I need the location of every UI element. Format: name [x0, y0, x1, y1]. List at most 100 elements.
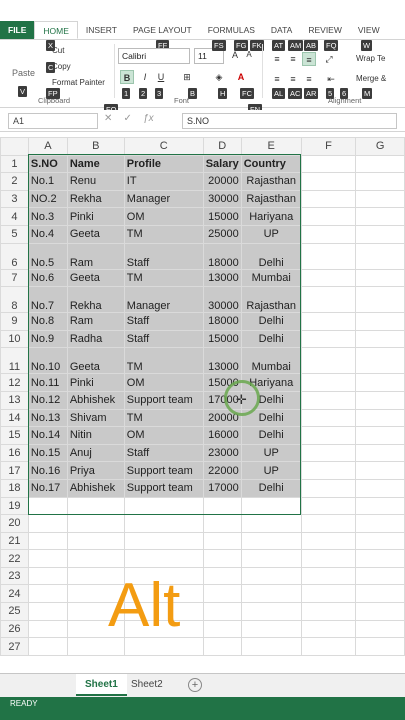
cell[interactable]: Pinki	[66, 373, 125, 392]
cell[interactable]	[355, 286, 405, 314]
cell[interactable]	[240, 566, 302, 586]
cell[interactable]	[355, 549, 405, 568]
tab-review[interactable]: REVIEW	[300, 21, 350, 39]
row-header[interactable]: 15	[0, 426, 29, 445]
cancel-icon[interactable]: ✕	[104, 113, 112, 124]
cell[interactable]	[355, 207, 405, 226]
column-header[interactable]: D	[202, 137, 242, 156]
cell[interactable]: Manager	[123, 286, 204, 314]
cell[interactable]	[202, 566, 242, 586]
cell[interactable]	[123, 531, 204, 551]
cell[interactable]	[27, 496, 68, 516]
row-header[interactable]: 24	[0, 584, 29, 604]
cell[interactable]: Geeta	[66, 347, 125, 375]
cell[interactable]	[300, 268, 357, 288]
cell[interactable]	[240, 584, 302, 604]
row-header[interactable]: 5	[0, 224, 29, 244]
row-header[interactable]: 9	[0, 312, 29, 331]
tab-insert[interactable]: INSERT	[78, 21, 125, 39]
cell[interactable]: Renu	[66, 172, 125, 191]
italic-button[interactable]: I	[138, 70, 152, 84]
cell[interactable]: 23000	[202, 443, 242, 463]
cell[interactable]	[300, 242, 357, 270]
cell[interactable]: Nitin	[66, 426, 125, 445]
cell[interactable]: Delhi	[240, 426, 302, 445]
row-header[interactable]: 4	[0, 207, 29, 226]
cell[interactable]: 30000	[202, 189, 242, 209]
tab-file[interactable]: FILE	[0, 21, 35, 39]
cell[interactable]	[123, 496, 204, 516]
tab-data[interactable]: DATA	[263, 21, 300, 39]
cell[interactable]	[300, 408, 357, 428]
cell[interactable]	[355, 443, 405, 463]
cell[interactable]: No.8	[27, 312, 68, 331]
cell[interactable]	[66, 549, 125, 568]
cell[interactable]	[66, 531, 125, 551]
cell[interactable]	[300, 443, 357, 463]
row-header[interactable]: 12	[0, 373, 29, 392]
column-header[interactable]: F	[300, 137, 357, 156]
cell[interactable]	[355, 312, 405, 331]
cell[interactable]	[202, 549, 242, 568]
tab-page-layout[interactable]: PAGE LAYOUT	[125, 21, 200, 39]
cell[interactable]: 15000	[202, 207, 242, 226]
font-name-select[interactable]: Calibri	[118, 48, 190, 64]
cell[interactable]	[202, 637, 242, 656]
cell[interactable]: Rekha	[66, 189, 125, 209]
cell[interactable]	[300, 602, 357, 621]
bold-button[interactable]: B	[120, 70, 134, 84]
row-header[interactable]: 1	[0, 154, 29, 174]
cell[interactable]	[355, 242, 405, 270]
cell[interactable]	[202, 619, 242, 639]
cell[interactable]	[355, 584, 405, 604]
cell[interactable]: Staff	[123, 312, 204, 331]
cell[interactable]	[300, 207, 357, 226]
cell[interactable]	[300, 566, 357, 586]
cell[interactable]: Staff	[123, 242, 204, 270]
column-header[interactable]: G	[355, 137, 405, 156]
cell[interactable]: TM	[123, 268, 204, 288]
cell[interactable]: Mumbai	[240, 268, 302, 288]
cell[interactable]	[355, 426, 405, 445]
cell[interactable]	[300, 189, 357, 209]
row-header[interactable]: 14	[0, 408, 29, 428]
cell[interactable]	[355, 154, 405, 174]
row-header[interactable]: 2	[0, 172, 29, 191]
cell[interactable]	[27, 619, 68, 639]
cell[interactable]	[355, 602, 405, 621]
row-header[interactable]: 22	[0, 549, 29, 568]
cell[interactable]: No.15	[27, 443, 68, 463]
cell[interactable]	[27, 637, 68, 656]
cell[interactable]	[355, 189, 405, 209]
cell[interactable]: 30000	[202, 286, 242, 314]
row-header[interactable]: 21	[0, 531, 29, 551]
cell[interactable]: Rekha	[66, 286, 125, 314]
row-header[interactable]: 11	[0, 347, 29, 375]
cell[interactable]	[27, 531, 68, 551]
cell[interactable]	[355, 390, 405, 410]
cell[interactable]	[240, 549, 302, 568]
cell[interactable]	[240, 637, 302, 656]
cell[interactable]	[300, 619, 357, 639]
cell[interactable]: NO.2	[27, 189, 68, 209]
cell[interactable]: No.16	[27, 461, 68, 480]
cell[interactable]	[355, 637, 405, 656]
enter-icon[interactable]: ✓	[124, 113, 132, 124]
align-middle-icon[interactable]: ≡	[286, 52, 300, 66]
cell[interactable]: Anuj	[66, 443, 125, 463]
cell[interactable]: Rajasthan	[240, 189, 302, 209]
cell[interactable]: OM	[123, 207, 204, 226]
cell[interactable]	[300, 531, 357, 551]
tab-home[interactable]: HOME	[34, 21, 78, 39]
cell[interactable]	[202, 531, 242, 551]
sheet-tab-sheet1[interactable]: Sheet1	[76, 674, 127, 696]
paste-button[interactable]: Paste	[12, 68, 35, 78]
cell[interactable]: 13000	[202, 268, 242, 288]
sheet-tab-sheet2[interactable]: Sheet2	[122, 674, 172, 696]
cell[interactable]: No.1	[27, 172, 68, 191]
row-header[interactable]: 3	[0, 189, 29, 209]
cell[interactable]: No.12	[27, 390, 68, 410]
indent-icon[interactable]: ⇤	[324, 72, 338, 86]
align-center-icon[interactable]: ≡	[286, 72, 300, 86]
column-header[interactable]: B	[66, 137, 125, 156]
